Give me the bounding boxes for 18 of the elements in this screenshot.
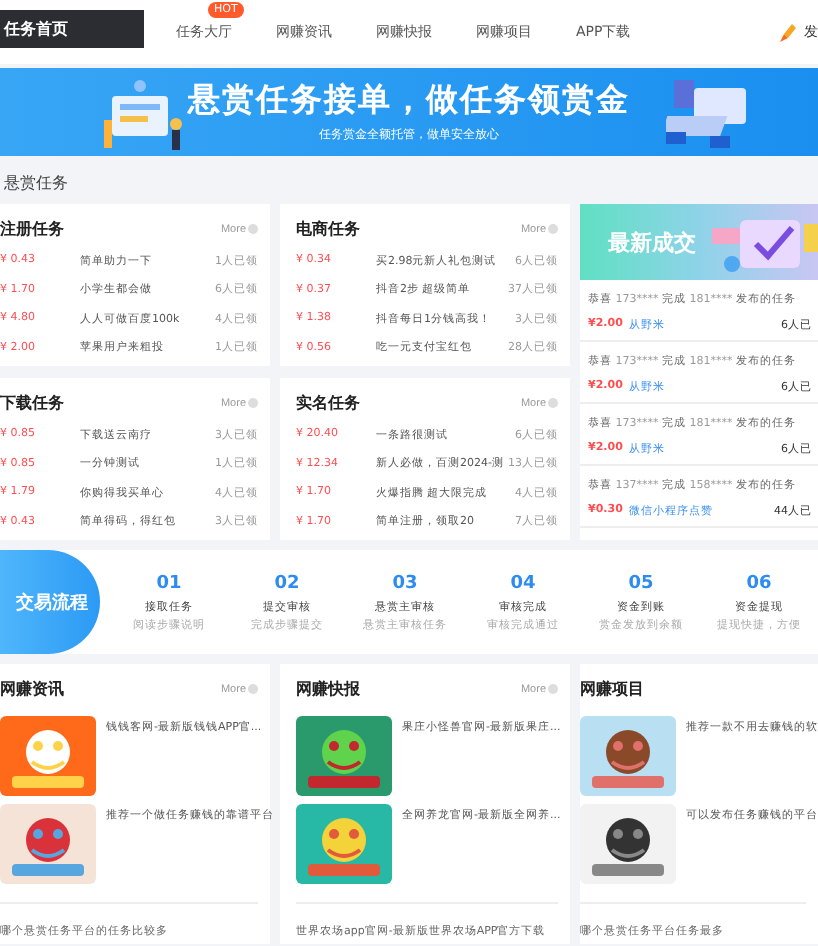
step-number: 06: [746, 573, 772, 593]
banner-title: 悬赏任务接单，做任务领赏金: [188, 80, 630, 122]
card-title: 下载任务: [0, 392, 64, 414]
card-title: 电商任务: [296, 218, 360, 240]
card-title: 实名任务: [296, 392, 360, 414]
step-number: 04: [510, 573, 536, 593]
step-number: 03: [392, 573, 418, 593]
card-title: 网赚资讯: [0, 678, 64, 700]
step-number: 02: [274, 573, 300, 593]
step-number: 05: [628, 573, 654, 593]
step-number: 01: [156, 573, 182, 593]
deals-title: 最新成交: [608, 227, 696, 257]
card-title: 注册任务: [0, 218, 64, 240]
site-logo[interactable]: 任务首页: [0, 9, 144, 47]
card-title: 网赚项目: [580, 678, 644, 700]
section-title: 悬赏任务: [2, 172, 70, 196]
process-title: 交易流程: [0, 550, 100, 654]
card-title: 网赚快报: [296, 678, 360, 700]
